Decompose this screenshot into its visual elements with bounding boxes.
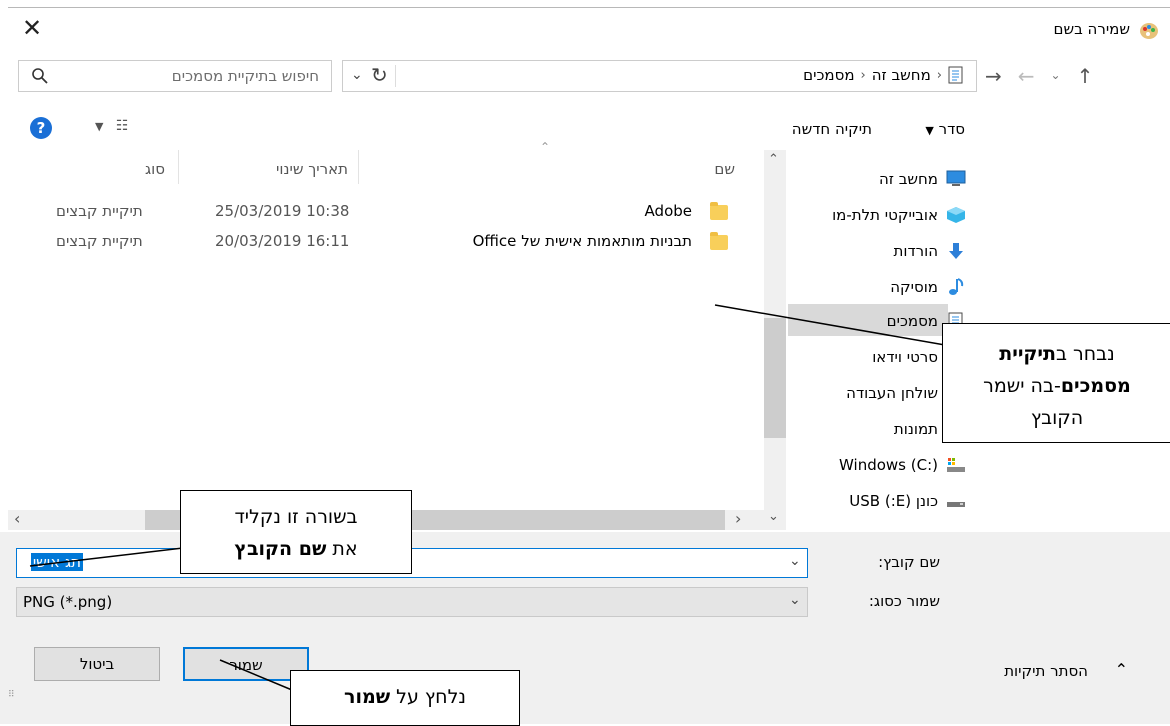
view-options-button[interactable]: ▼ ☷ [95,118,128,134]
chevron-left-icon: ‹ [936,67,942,83]
dropdown-caret-icon: ▼ [925,124,934,137]
close-icon[interactable]: ✕ [22,16,42,40]
nav-item-3d-objects[interactable]: אובייקטי תלת-מו [832,206,966,224]
callout-line: הקובץ [1030,407,1084,429]
drive-c-icon [947,458,965,472]
column-header-name[interactable]: שם [714,160,735,190]
column-header-date[interactable]: תאריך שינוי [276,160,348,190]
file-date: 25/03/2019 10:38 [215,202,350,220]
filename-label: שם קובץ: [878,553,940,571]
nav-scrollbar-thumb[interactable] [764,318,786,438]
nav-item-downloads[interactable]: הורדות [894,242,967,260]
new-folder-button[interactable]: תיקיה חדשה [792,120,872,138]
file-name: Adobe [644,202,692,220]
help-icon[interactable]: ? [30,117,52,139]
filetype-value: PNG (*.png) [23,593,113,611]
chevron-up-icon[interactable]: ⌃ [1115,660,1128,679]
nav-buttons: → ← ⌄ ↑ [985,64,1093,88]
chevron-down-icon[interactable]: ⌄ [789,553,801,569]
nav-item-this-pc[interactable]: מחשב זה [879,170,966,188]
window-title: שמירה בשם [1053,20,1130,38]
organize-label: סדר [938,120,965,138]
callout-line: מסמכים-בה ישמר [983,375,1131,397]
column-header-type[interactable]: סוג [145,160,165,190]
filename-input[interactable]: תג אישי ⌄ [16,548,808,578]
callout-filename: בשורה זו נקליד את שם הקובץ [180,490,412,574]
callout-line: נבחר בתיקיית [999,343,1115,365]
usb-drive-icon [947,502,965,507]
chevron-down-icon[interactable]: ⌄ [789,592,801,608]
arrow-up-icon[interactable]: ↑ [1077,64,1094,88]
hide-folders-button[interactable]: הסתר תיקיות [1004,662,1088,680]
file-date: 20/03/2019 16:11 [215,232,350,250]
column-divider [358,150,359,184]
search-box[interactable]: חיפוש בתיקיית מסמכים [18,60,332,92]
toolbar: סדר ▼ תיקיה חדשה ? ▼ ☷ [0,108,1170,148]
callout-save: נלחץ על שמור [290,670,520,726]
resize-grip-icon[interactable]: ⠿ [8,690,16,700]
address-bar[interactable]: ⌄ ↻ ‹ מחשב זה ‹ מסמכים [342,60,977,92]
nav-item-music[interactable]: מוסיקה [890,278,966,296]
view-list-icon: ☷ [115,118,129,134]
breadcrumb-item-documents[interactable]: מסמכים [803,66,854,84]
organize-button[interactable]: סדר ▼ [925,120,965,138]
scroll-left-icon[interactable]: ‹ [14,509,20,528]
download-arrow-icon [949,243,963,259]
table-row[interactable]: תבניות מותאמות אישית של Office 20/03/201… [20,230,760,256]
music-note-icon [949,278,964,295]
dropdown-caret-icon: ▼ [95,120,104,133]
window-top-border [8,7,1170,8]
callout-line: את שם הקובץ [234,538,358,560]
filetype-label: שמור כסוג: [868,592,940,610]
monitor-icon [946,170,966,186]
refresh-icon[interactable]: ↻ [371,63,388,87]
scroll-up-icon[interactable]: ⌃ [768,152,779,167]
chevron-down-icon[interactable]: ⌄ [351,67,363,83]
arrow-forward-icon[interactable]: ← [1018,64,1035,88]
recent-chevron-icon[interactable]: ⌄ [1051,68,1061,88]
breadcrumb-item-this-pc[interactable]: מחשב זה [872,66,931,84]
nav-item-drive-c[interactable]: Windows (C:) [839,456,966,474]
filename-value[interactable]: תג אישי [30,553,83,571]
table-row[interactable]: Adobe 25/03/2019 10:38 תיקיית קבצים [20,200,760,226]
file-type: תיקיית קבצים [56,202,143,220]
callout-documents-folder: נבחר בתיקיית מסמכים-בה ישמר הקובץ [942,323,1170,443]
arrow-back-icon[interactable]: → [985,64,1002,88]
document-icon [948,66,963,84]
breadcrumb: ‹ מחשב זה ‹ מסמכים [803,66,964,84]
scroll-down-icon[interactable]: ⌄ [768,509,779,524]
search-icon [32,68,48,84]
cancel-button[interactable]: ביטול [34,647,160,681]
filetype-select[interactable]: PNG (*.png) ⌄ [16,587,808,617]
scroll-right-icon[interactable]: › [735,509,741,528]
file-type: תיקיית קבצים [56,232,143,250]
sort-up-indicator-icon: ⌃ [540,140,551,154]
callout-line: בשורה זו נקליד [234,506,358,528]
column-divider [178,150,179,184]
paint-app-icon [1140,23,1158,39]
address-divider [395,65,396,87]
folder-icon [710,202,728,220]
folder-icon [710,232,728,250]
search-placeholder[interactable]: חיפוש בתיקיית מסמכים [172,67,319,85]
nav-item-usb-drive[interactable]: כונן (E:) USB [849,492,966,510]
file-name: תבניות מותאמות אישית של Office [472,232,692,250]
chevron-left-icon: ‹ [860,67,866,83]
3d-objects-icon [947,207,965,223]
